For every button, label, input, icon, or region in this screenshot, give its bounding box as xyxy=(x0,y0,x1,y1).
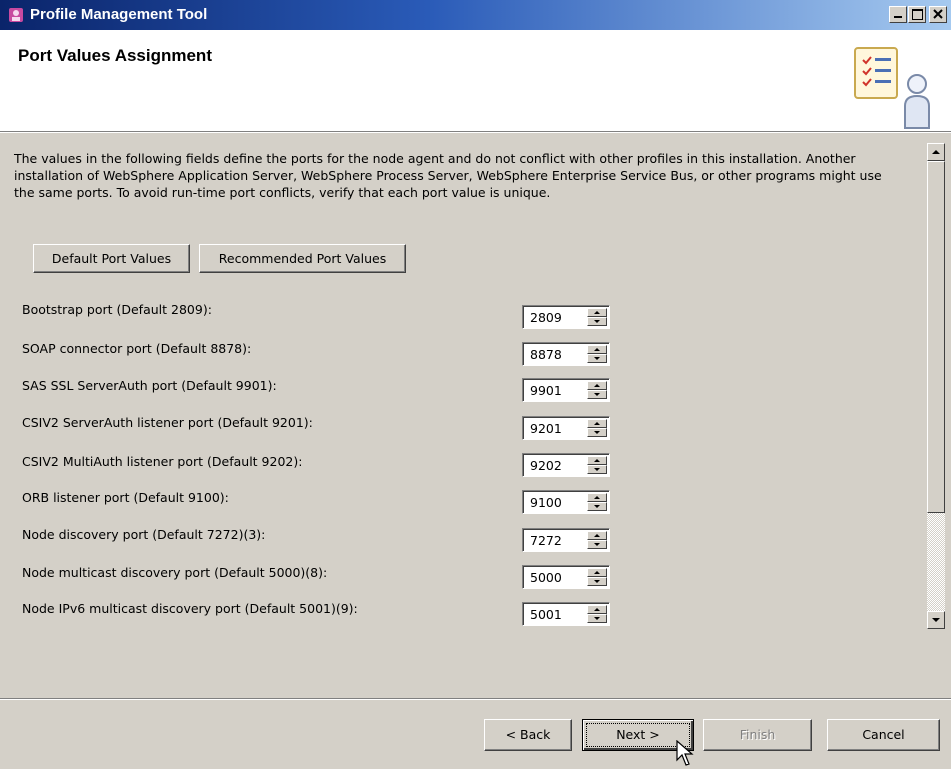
spin-down-button[interactable] xyxy=(587,614,607,623)
node-multicast-port-value[interactable]: 5000 xyxy=(530,570,562,585)
cancel-button[interactable]: Cancel xyxy=(827,719,940,751)
spin-down-button[interactable] xyxy=(587,428,607,437)
orb-listener-port-spinner[interactable]: 9100 xyxy=(522,490,610,514)
csiv2-multiauth-port-value[interactable]: 9202 xyxy=(530,458,562,473)
sas-ssl-port-label: SAS SSL ServerAuth port (Default 9901): xyxy=(22,378,277,393)
spin-up-button[interactable] xyxy=(587,345,607,354)
node-ipv6-multicast-port-spinner[interactable]: 5001 xyxy=(522,602,610,626)
csiv2-serverauth-port-label: CSIV2 ServerAuth listener port (Default … xyxy=(22,415,313,430)
csiv2-serverauth-port-value[interactable]: 9201 xyxy=(530,421,562,436)
recommended-port-values-button[interactable]: Recommended Port Values xyxy=(199,244,406,273)
spin-down-button[interactable] xyxy=(587,577,607,586)
csiv2-multiauth-port-label: CSIV2 MultiAuth listener port (Default 9… xyxy=(22,454,303,469)
node-multicast-port-spinner[interactable]: 5000 xyxy=(522,565,610,589)
node-multicast-port-label: Node multicast discovery port (Default 5… xyxy=(22,565,328,580)
node-discovery-port-spinner[interactable]: 7272 xyxy=(522,528,610,552)
footer-separator xyxy=(0,698,951,700)
spin-up-button[interactable] xyxy=(587,605,607,614)
soap-connector-port-spinner[interactable]: 8878 xyxy=(522,342,610,366)
app-icon xyxy=(9,8,23,22)
orb-listener-port-value[interactable]: 9100 xyxy=(530,495,562,510)
spin-up-button[interactable] xyxy=(587,381,607,390)
scroll-up-button[interactable] xyxy=(927,143,945,161)
spin-down-button[interactable] xyxy=(587,390,607,399)
bootstrap-port-spinner[interactable]: 2809 xyxy=(522,305,610,329)
spin-up-button[interactable] xyxy=(587,568,607,577)
spin-up-button[interactable] xyxy=(587,531,607,540)
cancel-label: Cancel xyxy=(862,727,905,742)
soap-connector-port-label: SOAP connector port (Default 8878): xyxy=(22,341,252,356)
description-text: The values in the following fields defin… xyxy=(14,151,882,200)
bootstrap-port-value[interactable]: 2809 xyxy=(530,310,562,325)
sas-ssl-port-spinner[interactable]: 9901 xyxy=(522,378,610,402)
node-ipv6-multicast-port-label: Node IPv6 multicast discovery port (Defa… xyxy=(22,601,358,616)
spin-up-button[interactable] xyxy=(587,419,607,428)
orb-listener-port-label: ORB listener port (Default 9100): xyxy=(22,490,229,505)
sas-ssl-port-value[interactable]: 9901 xyxy=(530,383,562,398)
header-separator xyxy=(0,131,951,133)
scroll-down-button[interactable] xyxy=(927,611,945,629)
maximize-button[interactable] xyxy=(908,6,926,23)
spin-up-button[interactable] xyxy=(587,493,607,502)
spin-down-button[interactable] xyxy=(587,502,607,511)
vertical-scrollbar[interactable] xyxy=(927,143,945,629)
minimize-button[interactable] xyxy=(889,6,907,23)
mouse-cursor-icon xyxy=(676,740,694,766)
focus-ring xyxy=(586,723,690,747)
title-bar: Profile Management Tool xyxy=(0,0,951,30)
spin-down-button[interactable] xyxy=(587,465,607,474)
spin-up-button[interactable] xyxy=(587,456,607,465)
spin-up-button[interactable] xyxy=(587,308,607,317)
back-button[interactable]: < Back xyxy=(484,719,572,751)
csiv2-serverauth-port-spinner[interactable]: 9201 xyxy=(522,416,610,440)
close-icon xyxy=(933,9,943,19)
node-ipv6-multicast-port-value[interactable]: 5001 xyxy=(530,607,562,622)
spin-down-button[interactable] xyxy=(587,540,607,549)
arrow-down-icon xyxy=(932,618,940,622)
window-title: Profile Management Tool xyxy=(30,6,208,23)
spin-down-button[interactable] xyxy=(587,354,607,363)
node-discovery-port-label: Node discovery port (Default 7272)(3): xyxy=(22,527,266,542)
scroll-thumb[interactable] xyxy=(927,161,945,513)
bootstrap-port-label: Bootstrap port (Default 2809): xyxy=(22,302,212,317)
recommended-port-values-label: Recommended Port Values xyxy=(218,251,387,266)
wizard-header: Port Values Assignment xyxy=(0,30,951,131)
default-port-values-label: Default Port Values xyxy=(51,251,172,266)
finish-label: Finish xyxy=(739,727,776,742)
finish-button: Finish xyxy=(703,719,812,751)
spin-down-button[interactable] xyxy=(587,317,607,326)
back-label: < Back xyxy=(505,727,551,742)
default-port-values-button[interactable]: Default Port Values xyxy=(33,244,190,273)
close-button[interactable] xyxy=(929,6,947,23)
arrow-up-icon xyxy=(932,150,940,154)
node-discovery-port-value[interactable]: 7272 xyxy=(530,533,562,548)
soap-connector-port-value[interactable]: 8878 xyxy=(530,347,562,362)
csiv2-multiauth-port-spinner[interactable]: 9202 xyxy=(522,453,610,477)
checklist-person-icon xyxy=(854,47,930,129)
page-title: Port Values Assignment xyxy=(18,46,212,65)
